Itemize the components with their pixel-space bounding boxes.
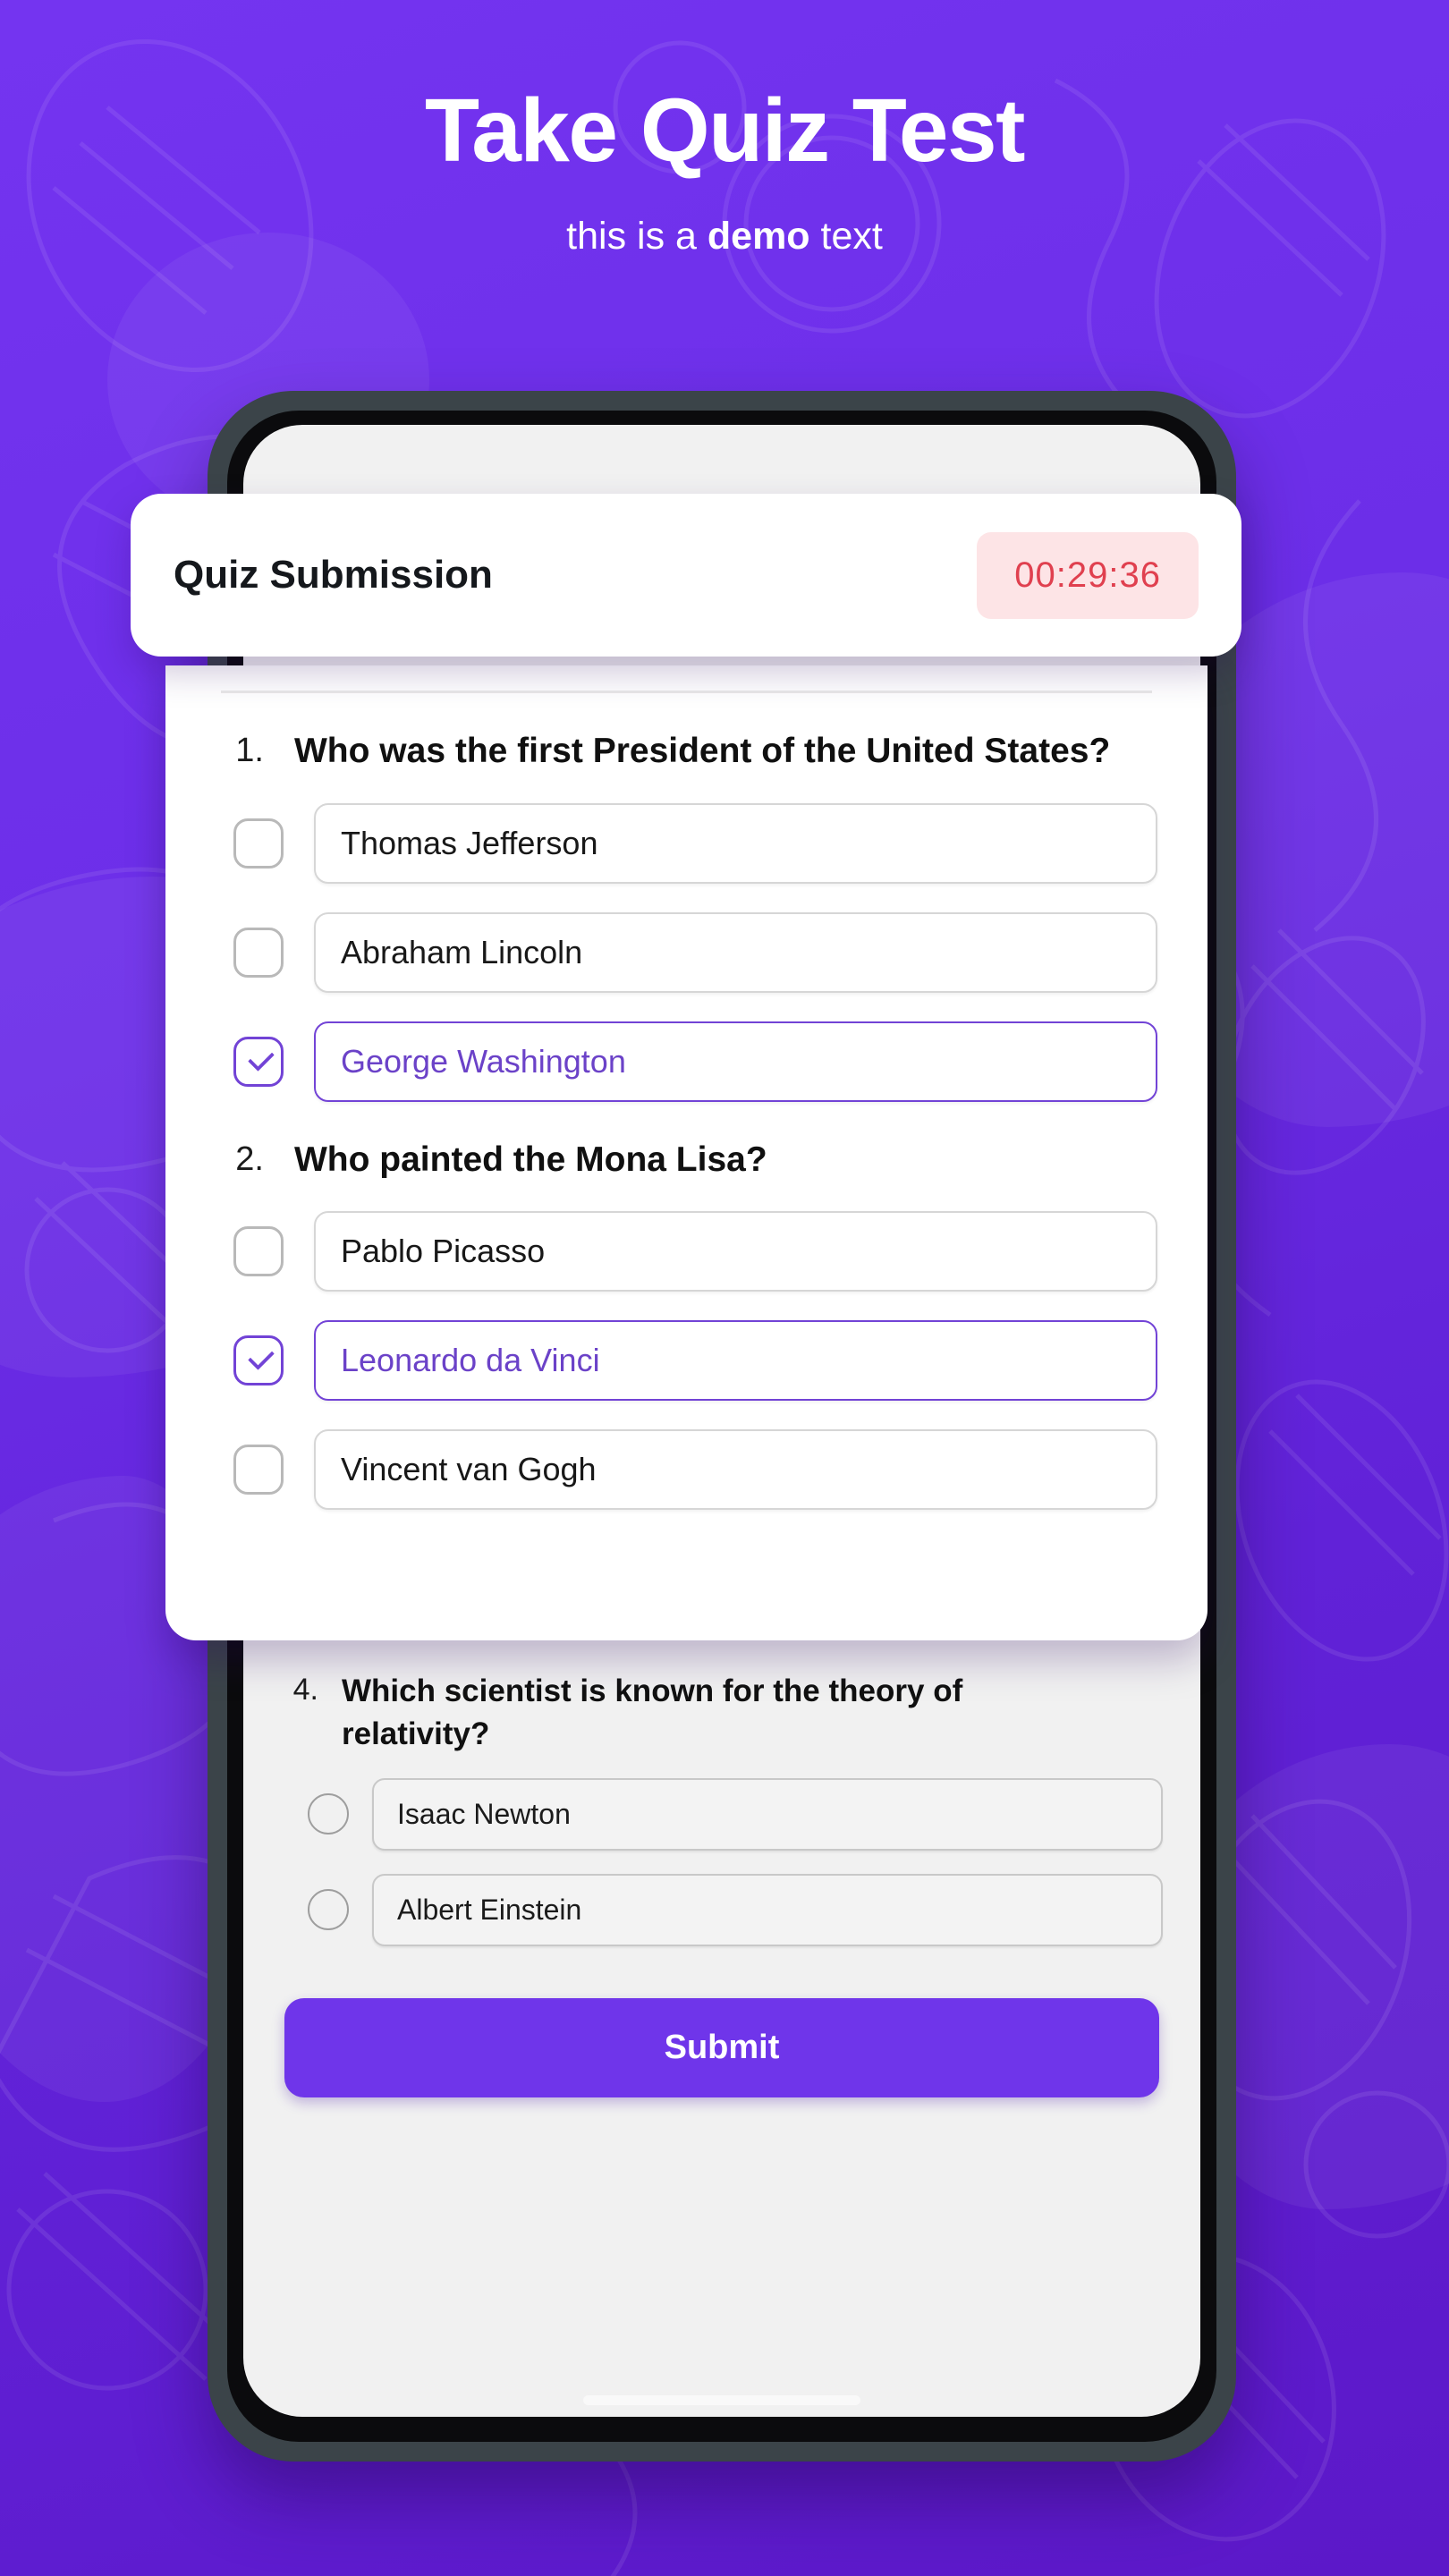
question-heading: 1. Who was the first President of the Un… bbox=[216, 729, 1157, 775]
question-text: Who was the first President of the Unite… bbox=[294, 732, 1111, 770]
question-heading: 2. Who painted the Mona Lisa? bbox=[216, 1138, 1157, 1183]
checkbox-icon[interactable] bbox=[233, 927, 284, 978]
subtitle-pre: this is a bbox=[566, 215, 708, 258]
home-indicator bbox=[583, 2395, 860, 2405]
checkbox-icon[interactable] bbox=[233, 1445, 284, 1496]
question-block-2: 2. Who painted the Mona Lisa? Pablo Pica… bbox=[216, 1138, 1157, 1511]
timer-badge: 00:29:36 bbox=[977, 531, 1199, 619]
question-number: 2. bbox=[235, 1140, 264, 1178]
quiz-body-card: 1. Who was the first President of the Un… bbox=[165, 665, 1208, 1640]
question-block-1: 1. Who was the first President of the Un… bbox=[216, 729, 1157, 1102]
hero-section: Take Quiz Test this is a demo text bbox=[0, 86, 1449, 258]
option-label[interactable]: Leonardo da Vinci bbox=[314, 1320, 1157, 1402]
question-heading: 4. Which scientist is known for the theo… bbox=[281, 1670, 1163, 1755]
option-row[interactable]: Vincent van Gogh bbox=[216, 1429, 1157, 1511]
page-title: Take Quiz Test bbox=[425, 80, 1025, 181]
subtitle-bold: demo bbox=[707, 215, 810, 258]
quiz-header-card: Quiz Submission 00:29:36 bbox=[131, 494, 1241, 657]
quiz-title: Quiz Submission bbox=[174, 553, 493, 597]
submit-area: Submit bbox=[281, 1997, 1163, 2097]
option-row[interactable]: Abraham Lincoln bbox=[216, 911, 1157, 993]
option-label[interactable]: Isaac Newton bbox=[372, 1777, 1163, 1851]
radio-icon[interactable] bbox=[308, 1889, 349, 1931]
radio-icon[interactable] bbox=[308, 1793, 349, 1835]
card-divider bbox=[221, 691, 1152, 693]
option-label[interactable]: Vincent van Gogh bbox=[314, 1429, 1157, 1511]
subtitle-post: text bbox=[809, 215, 883, 258]
option-row-selected[interactable]: Leonardo da Vinci bbox=[216, 1320, 1157, 1402]
checkbox-icon[interactable] bbox=[233, 1226, 284, 1277]
submit-button[interactable]: Submit bbox=[284, 1997, 1159, 2097]
question-block-4: 4. Which scientist is known for the theo… bbox=[281, 1670, 1163, 1946]
question-number: 1. bbox=[235, 732, 264, 769]
page-root: Take Quiz Test this is a demo text 3. Wh… bbox=[0, 0, 1449, 2576]
option-row[interactable]: Albert Einstein bbox=[281, 1873, 1163, 1946]
option-label[interactable]: Thomas Jefferson bbox=[314, 802, 1157, 884]
option-row[interactable]: Isaac Newton bbox=[281, 1777, 1163, 1851]
option-label[interactable]: Pablo Picasso bbox=[314, 1211, 1157, 1292]
page-subtitle: this is a demo text bbox=[0, 215, 1449, 258]
option-label[interactable]: George Washington bbox=[314, 1021, 1157, 1102]
option-row[interactable]: Thomas Jefferson bbox=[216, 802, 1157, 884]
option-label[interactable]: Albert Einstein bbox=[372, 1873, 1163, 1946]
question-text: Who painted the Mona Lisa? bbox=[294, 1140, 767, 1179]
option-row[interactable]: Pablo Picasso bbox=[216, 1211, 1157, 1292]
checkbox-checked-icon[interactable] bbox=[233, 1335, 284, 1386]
option-label[interactable]: Abraham Lincoln bbox=[314, 911, 1157, 993]
checkbox-checked-icon[interactable] bbox=[233, 1036, 284, 1087]
question-number: 4. bbox=[292, 1673, 318, 1707]
checkbox-icon[interactable] bbox=[233, 818, 284, 869]
question-text: Which scientist is known for the theory … bbox=[342, 1674, 963, 1751]
option-row-selected[interactable]: George Washington bbox=[216, 1021, 1157, 1102]
